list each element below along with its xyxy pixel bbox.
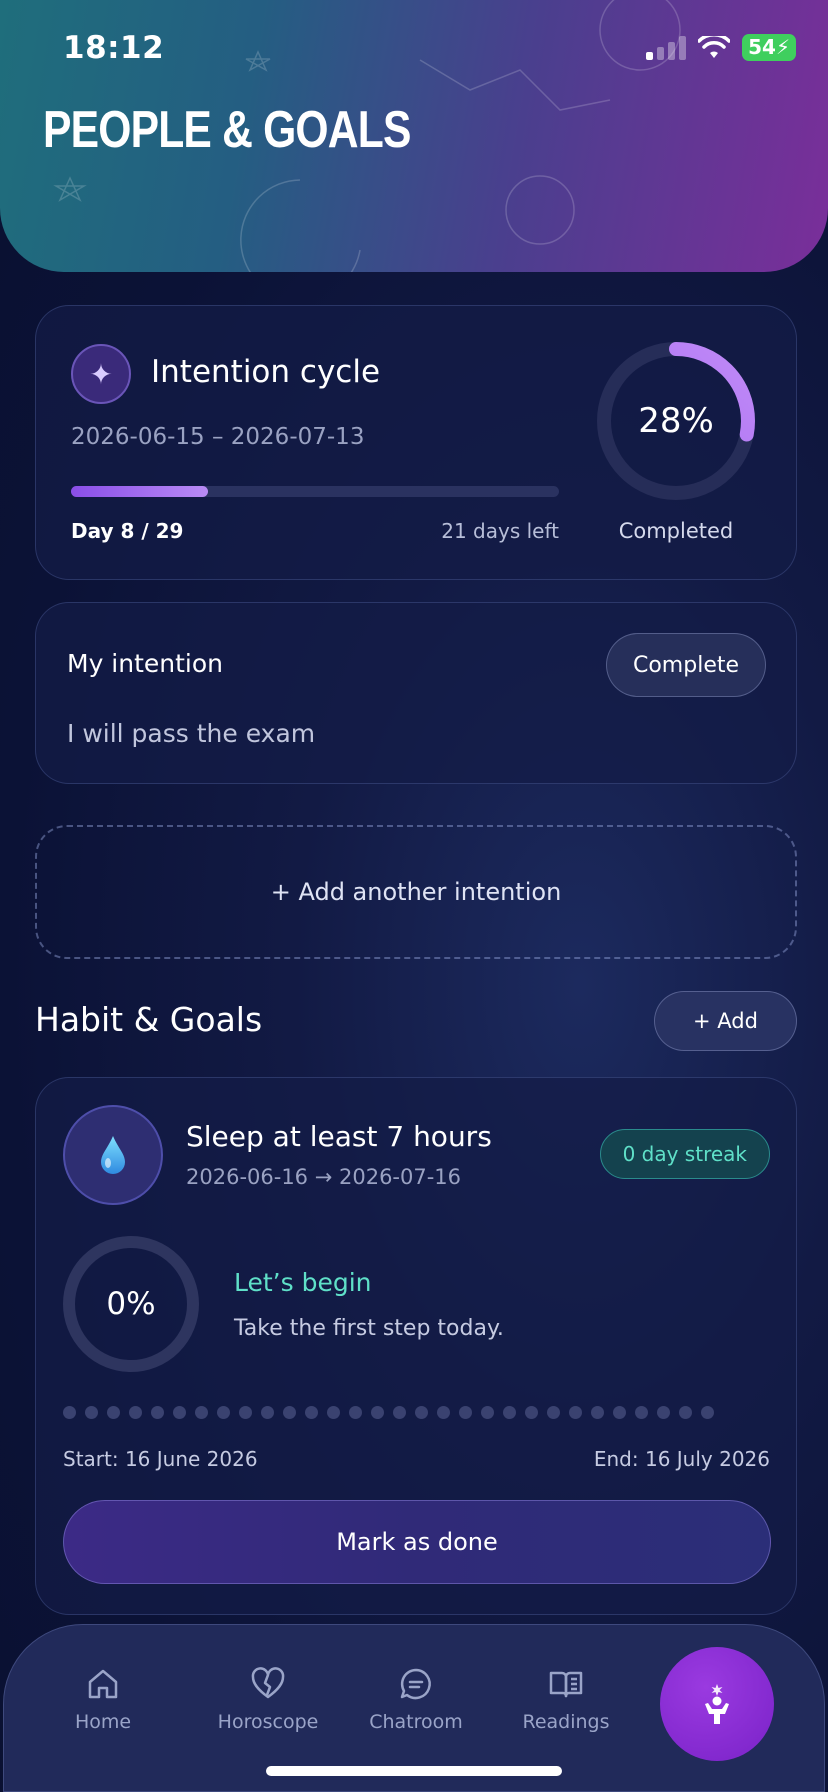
day-dot (679, 1406, 692, 1419)
cycle-title: Intention cycle (151, 354, 381, 390)
nav-readings[interactable]: Readings (501, 1665, 631, 1733)
wifi-icon (698, 35, 731, 58)
day-dot (459, 1406, 472, 1419)
heart-icon (251, 1667, 285, 1699)
days-left: 21 days left (441, 519, 559, 543)
complete-button[interactable]: Complete (606, 633, 766, 697)
day-dot (327, 1406, 340, 1419)
day-dot (217, 1406, 230, 1419)
meditation-icon (705, 1684, 729, 1724)
habit-dates: 2026-06-16 → 2026-07-16 (186, 1165, 462, 1189)
battery-level: 54 (748, 35, 776, 59)
day-dot (173, 1406, 186, 1419)
cycle-dates: 2026-06-15 – 2026-07-13 (71, 424, 365, 450)
mark-done-button[interactable]: Mark as done (63, 1500, 771, 1584)
charging-icon: ⚡ (775, 35, 790, 59)
cycle-percent: 28% (638, 401, 714, 441)
cycle-progress-ring: 28% (591, 336, 761, 506)
habit-title: Sleep at least 7 hours (186, 1120, 492, 1153)
begin-subtitle: Take the first step today. (234, 1316, 504, 1341)
add-habit-button[interactable]: + Add (654, 991, 797, 1051)
begin-title: Let’s begin (234, 1268, 372, 1297)
day-dot (283, 1406, 296, 1419)
day-dot (63, 1406, 76, 1419)
home-icon (88, 1669, 118, 1699)
day-dot (129, 1406, 142, 1419)
day-dot (261, 1406, 274, 1419)
nav-chatroom[interactable]: Chatroom (351, 1665, 481, 1733)
nav-horoscope[interactable]: Horoscope (203, 1665, 333, 1733)
day-dot (239, 1406, 252, 1419)
day-dot (503, 1406, 516, 1419)
habit-percent: 0% (106, 1286, 156, 1322)
habit-card: Sleep at least 7 hours 2026-06-16 → 2026… (35, 1077, 797, 1615)
intention-title: My intention (67, 649, 224, 678)
day-dots (63, 1406, 714, 1419)
day-dot (613, 1406, 626, 1419)
nav-label: Chatroom (369, 1711, 463, 1733)
day-dot (151, 1406, 164, 1419)
day-dot (701, 1406, 714, 1419)
status-icons: 54⚡ (646, 34, 796, 61)
day-dot (547, 1406, 560, 1419)
book-icon (549, 1671, 583, 1698)
day-dot (85, 1406, 98, 1419)
cycle-progress-fill (71, 486, 208, 497)
day-dot (415, 1406, 428, 1419)
my-intention-card: My intention I will pass the exam Comple… (35, 602, 797, 784)
day-dot (349, 1406, 362, 1419)
day-dot (305, 1406, 318, 1419)
start-date-label: Start: 16 June 2026 (63, 1447, 258, 1471)
day-dot (591, 1406, 604, 1419)
nav-label: Horoscope (217, 1711, 319, 1733)
day-dot (195, 1406, 208, 1419)
battery-indicator: 54⚡ (742, 34, 796, 61)
day-dot (481, 1406, 494, 1419)
chat-icon (400, 1668, 431, 1700)
cycle-progress-bar (71, 486, 559, 497)
nav-home[interactable]: Home (38, 1665, 168, 1733)
nav-label: Readings (522, 1711, 610, 1733)
page-title: PEOPLE & GOALS (43, 101, 411, 159)
header: 18:12 54⚡ PEOPLE & GOALS (0, 0, 828, 272)
signal-icon (646, 35, 687, 60)
home-indicator (266, 1766, 562, 1776)
day-dot (393, 1406, 406, 1419)
intention-text: I will pass the exam (67, 719, 316, 748)
nav-label: Home (74, 1711, 132, 1733)
completed-label: Completed (618, 519, 734, 543)
sparkle-icon: ✦ (71, 344, 131, 404)
water-drop-icon (63, 1105, 163, 1205)
end-date-label: End: 16 July 2026 (593, 1447, 770, 1471)
day-dot (437, 1406, 450, 1419)
intention-cycle-card: ✦ Intention cycle 2026-06-15 – 2026-07-1… (35, 305, 797, 580)
day-dot (371, 1406, 384, 1419)
day-dot (107, 1406, 120, 1419)
meditation-button[interactable] (660, 1647, 774, 1761)
status-time: 18:12 (63, 30, 165, 66)
day-dot (635, 1406, 648, 1419)
habit-progress-ring: 0% (61, 1234, 201, 1374)
habits-section-title: Habit & Goals (35, 1000, 263, 1039)
day-dot (569, 1406, 582, 1419)
day-dot (657, 1406, 670, 1419)
day-dot (525, 1406, 538, 1419)
streak-badge: 0 day streak (599, 1129, 770, 1179)
day-counter: Day 8 / 29 (71, 519, 184, 543)
add-intention-button[interactable]: + Add another intention (35, 825, 797, 959)
